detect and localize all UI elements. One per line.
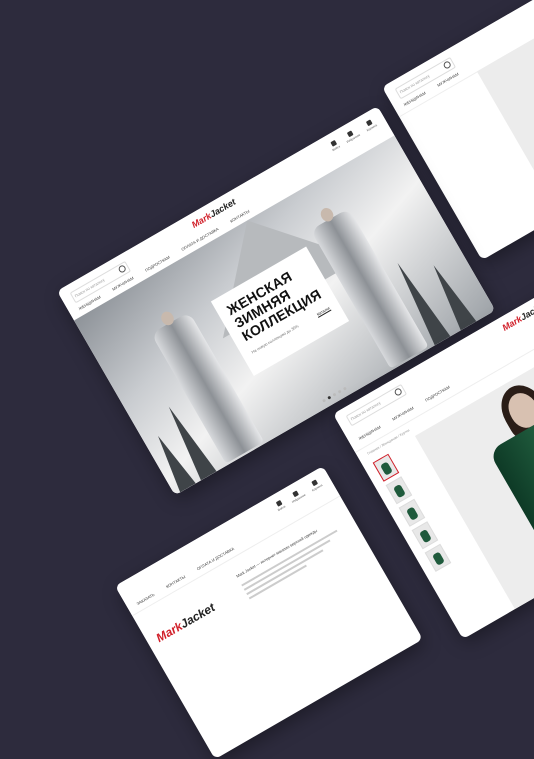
user-icon[interactable]: Войти: [329, 139, 341, 152]
product-thumbnail[interactable]: [385, 476, 413, 505]
header-icons: Войти Избранное Корзина: [274, 478, 323, 512]
product-thumbnail[interactable]: [424, 543, 452, 572]
nav-item[interactable]: ЖЕНЩИНАМ: [358, 424, 382, 441]
header: Войти Избранное Корзина ЗАКАЗАТЬ КОНТАКТЫ ОП…: [115, 466, 341, 617]
logo[interactable]: MarkJacket: [190, 197, 237, 230]
logo[interactable]: MarkJacket: [501, 300, 534, 333]
search-icon[interactable]: [117, 264, 127, 274]
slider-dots: [322, 386, 347, 403]
user-icon[interactable]: Войти: [274, 499, 286, 512]
nav-item[interactable]: КОНТАКТЫ: [165, 574, 186, 589]
cart-icon[interactable]: Корзина: [363, 118, 378, 132]
about-page-preview: Войти Избранное Корзина ЗАКАЗАТЬ КОНТАКТЫ ОП…: [115, 466, 423, 759]
slider-dot[interactable]: [342, 386, 347, 391]
search-icon[interactable]: [393, 387, 403, 397]
nav-item[interactable]: ОПЛАТА И ДОСТАВКА: [196, 546, 235, 571]
slider-dot[interactable]: [322, 398, 327, 403]
slider-dot[interactable]: [337, 389, 342, 394]
product-thumbnail[interactable]: [372, 453, 400, 482]
slider-dot[interactable]: [332, 392, 337, 397]
search-placeholder: Поиск по каталогу: [349, 400, 382, 422]
logo-suffix: Jacket: [177, 600, 218, 632]
logo[interactable]: MarkJacket: [154, 600, 218, 645]
heart-icon[interactable]: Избранное: [288, 488, 306, 504]
product-thumbnail[interactable]: [398, 498, 426, 527]
logo-suffix: Jacket: [518, 299, 534, 323]
nav-item[interactable]: МУЖЧИНАМ: [391, 405, 414, 421]
nav-item[interactable]: ПОДРОСТКАМ: [424, 384, 451, 402]
search-icon[interactable]: [442, 60, 452, 70]
main-nav: ЗАКАЗАТЬ КОНТАКТЫ ОПЛАТА И ДОСТАВКА: [136, 546, 235, 606]
slider-dot[interactable]: [327, 395, 332, 400]
header-icons: Войти Избранное Корзина: [329, 118, 378, 152]
cart-icon[interactable]: Корзина: [308, 478, 323, 492]
nav-item[interactable]: ЗАКАЗАТЬ: [136, 592, 156, 606]
product-thumbnail[interactable]: [411, 521, 439, 550]
heart-icon[interactable]: Избранное: [343, 128, 361, 144]
catalog-button[interactable]: Каталог: [315, 305, 332, 318]
